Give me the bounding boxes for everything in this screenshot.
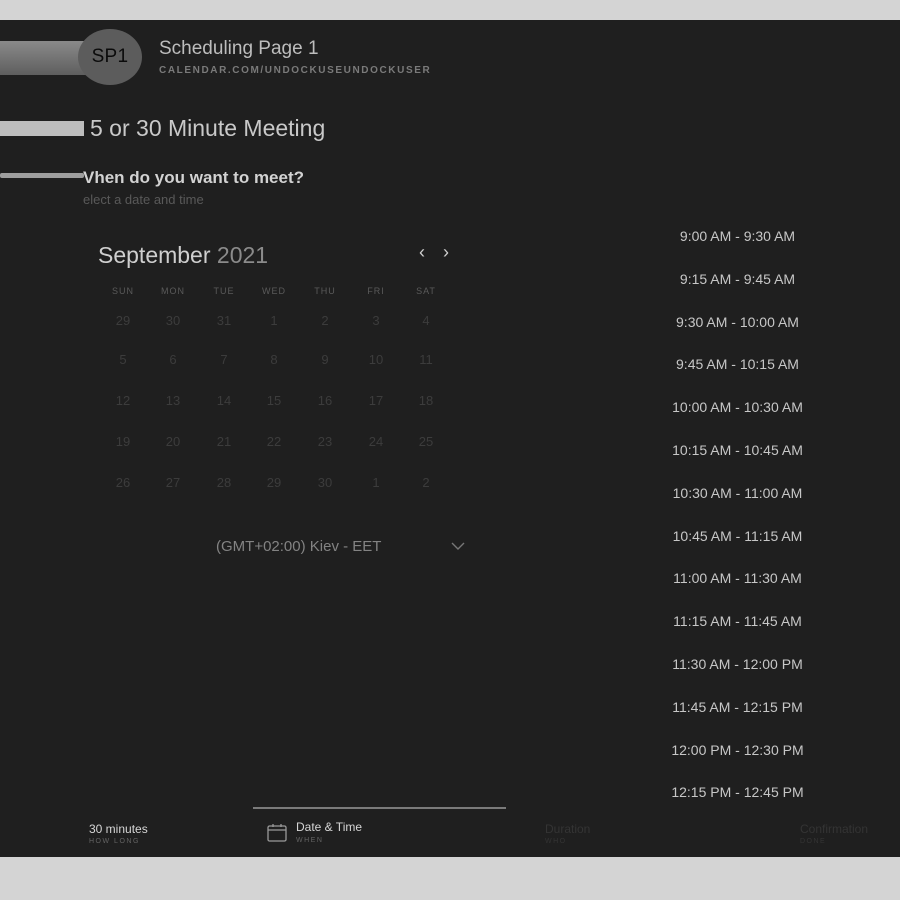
previous-month-button[interactable]: ‹ — [419, 242, 425, 263]
step-datetime-sub: WHEN — [296, 837, 324, 844]
scheduling-app: SP1 Scheduling Page 1 CALENDAR.COM/UNDOC… — [0, 20, 900, 857]
question-heading: Vhen do you want to meet? — [83, 168, 305, 187]
weekday-fri: FRI — [367, 286, 385, 296]
time-slot-button[interactable]: 10:30 AM - 11:00 AM — [630, 485, 845, 501]
calendar-day: 10 — [368, 351, 384, 367]
title-accent-bar — [0, 121, 84, 136]
time-slot-button[interactable]: 11:00 AM - 11:30 AM — [630, 570, 845, 586]
weekday-sat: SAT — [416, 286, 436, 296]
question-accent-bar — [0, 173, 84, 178]
weekday-wed: WED — [262, 286, 286, 296]
month-name: September — [98, 242, 211, 268]
calendar-day: 22 — [266, 433, 282, 449]
calendar-day: 2 — [321, 312, 329, 328]
calendar-day: 29 — [266, 474, 282, 490]
step-duration-label[interactable]: 30 minutes — [89, 822, 148, 836]
time-slot-button[interactable]: 10:45 AM - 11:15 AM — [630, 528, 845, 544]
step-duration-faint-sub: WHO — [545, 838, 567, 845]
time-slot-button[interactable]: 12:00 PM - 12:30 PM — [630, 742, 845, 758]
time-slot-button[interactable]: 10:00 AM - 10:30 AM — [630, 399, 845, 415]
calendar-day: 23 — [317, 433, 333, 449]
year-label: 2021 — [216, 242, 269, 268]
chevron-down-icon[interactable] — [451, 538, 465, 554]
calendar-day: 1 — [372, 474, 380, 490]
calendar-icon — [267, 824, 287, 842]
calendar-day: 21 — [216, 433, 232, 449]
step-duration-faint-label[interactable]: Duration — [545, 822, 590, 836]
calendar-day: 15 — [266, 392, 282, 408]
calendar-day: 29 — [115, 312, 131, 328]
weekday-mon: MON — [161, 286, 185, 296]
calendar-day: 19 — [115, 433, 131, 449]
weekday-sun: SUN — [111, 286, 134, 296]
calendar-day: 26 — [115, 474, 131, 490]
calendar-day: 17 — [368, 392, 384, 408]
time-slot-button[interactable]: 9:00 AM - 9:30 AM — [630, 228, 845, 244]
step-confirmation-sub: DONE — [800, 838, 827, 845]
calendar-day: 18 — [418, 392, 434, 408]
calendar-day: 14 — [216, 392, 232, 408]
time-slot-button[interactable]: 10:15 AM - 10:45 AM — [630, 442, 845, 458]
calendar-day: 8 — [270, 351, 278, 367]
calendar-day: 28 — [216, 474, 232, 490]
time-slot-button[interactable]: 11:45 AM - 12:15 PM — [630, 699, 845, 715]
calendar-month-title: September 2021 — [98, 242, 268, 269]
calendar-day: 27 — [165, 474, 181, 490]
calendar-day: 20 — [165, 433, 181, 449]
next-month-button[interactable]: › — [443, 242, 449, 263]
calendar-day: 1 — [270, 312, 278, 328]
calendar-day: 13 — [165, 392, 181, 408]
calendar-day: 11 — [419, 351, 433, 367]
calendar-day: 31 — [216, 312, 232, 328]
calendar-day: 9 — [321, 351, 329, 367]
time-slot-button[interactable]: 9:45 AM - 10:15 AM — [630, 356, 845, 372]
calendar-day: 30 — [317, 474, 333, 490]
calendar-day: 4 — [422, 312, 430, 328]
calendar-day: 24 — [368, 433, 384, 449]
calendar-day: 25 — [418, 433, 434, 449]
step-duration-sub: HOW LONG — [89, 838, 140, 845]
time-slot-button[interactable]: 11:15 AM - 11:45 AM — [630, 613, 845, 629]
timezone-select[interactable]: (GMT+02:00) Kiev - EET — [216, 538, 381, 555]
calendar-day: 2 — [422, 474, 430, 490]
instruction-text: elect a date and time — [83, 192, 204, 207]
step-confirmation-label[interactable]: Confirmation — [800, 822, 868, 836]
calendar-day: 16 — [317, 392, 333, 408]
time-slot-button[interactable]: 9:30 AM - 10:00 AM — [630, 314, 845, 330]
step-datetime-label[interactable]: Date & Time — [296, 820, 362, 834]
calendar-day: 7 — [220, 351, 228, 367]
weekday-tue: TUE — [213, 286, 235, 296]
calendar-day: 12 — [115, 392, 131, 408]
page-name: Scheduling Page 1 — [159, 38, 319, 59]
avatar: SP1 — [78, 29, 142, 85]
time-slot-button[interactable]: 9:15 AM - 9:45 AM — [630, 271, 845, 287]
calendar-day: 5 — [119, 351, 127, 367]
weekday-thu: THU — [314, 286, 336, 296]
page-url[interactable]: CALENDAR.COM/UNDOCKUSEUNDOCKUSER — [159, 65, 431, 76]
calendar-day: 6 — [169, 351, 177, 367]
time-slot-button[interactable]: 11:30 AM - 12:00 PM — [630, 656, 845, 672]
calendar-day: 3 — [372, 312, 380, 328]
calendar-day: 30 — [165, 312, 181, 328]
time-slot-button[interactable]: 12:15 PM - 12:45 PM — [630, 784, 845, 800]
meeting-title: 5 or 30 Minute Meeting — [90, 115, 326, 141]
active-step-indicator — [253, 807, 506, 809]
